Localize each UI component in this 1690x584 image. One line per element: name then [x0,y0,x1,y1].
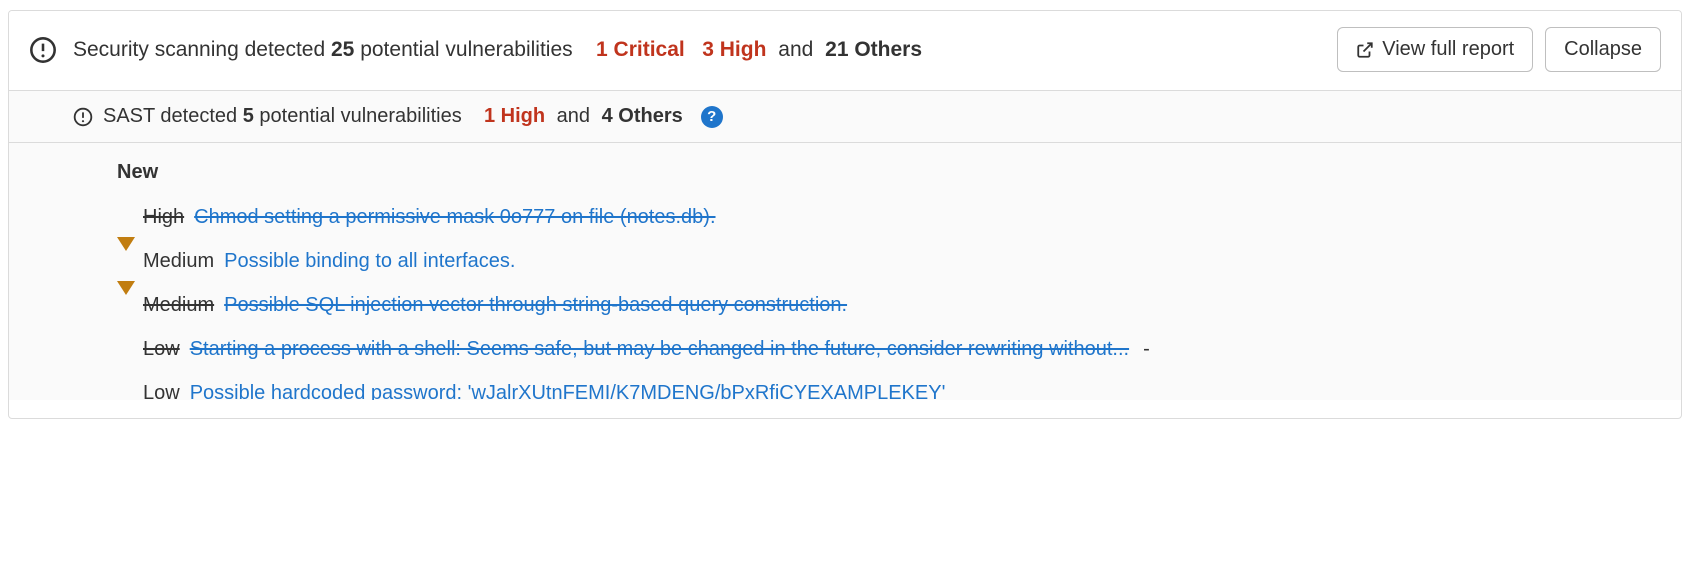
finding-link[interactable]: Starting a process with a shell: Seems s… [190,336,1129,362]
severity-low-icon [117,384,133,400]
sast-summary-row[interactable]: SAST detected 5 potential vulnerabilitie… [9,90,1681,143]
findings-list: New High Chmod setting a permissive mask … [9,143,1681,400]
severity-label: High [143,204,184,230]
finding-row: Low Starting a process with a shell: Seem… [117,336,1661,362]
finding-row: High Chmod setting a permissive mask 0o77… [117,204,1661,230]
finding-link[interactable]: Possible hardcoded password: 'wJalrXUtnF… [190,380,946,400]
sast-summary-text: SAST detected 5 potential vulnerabilitie… [103,105,683,128]
header-summary: Security scanning detected 25 potential … [73,35,1317,64]
severity-high-icon [117,205,133,221]
view-full-report-button[interactable]: View full report [1337,27,1533,72]
severity-medium-icon [117,293,133,309]
severity-low-icon [117,340,133,356]
finding-row: Medium Possible binding to all interfaces… [117,248,1661,274]
finding-link[interactable]: Chmod setting a permissive mask 0o777 on… [194,204,715,230]
finding-row: Low Possible hardcoded password: 'wJalrXU… [117,380,1661,400]
alert-circle-icon [73,107,93,127]
widget-header: Security scanning detected 25 potential … [9,11,1681,90]
severity-label: Low [143,336,180,362]
finding-link[interactable]: Possible binding to all interfaces. [224,248,515,274]
severity-label: Medium [143,248,214,274]
security-widget: Security scanning detected 25 potential … [8,10,1682,419]
collapse-button[interactable]: Collapse [1545,27,1661,72]
help-icon[interactable]: ? [701,106,723,128]
alert-circle-icon [29,36,57,64]
severity-medium-icon [117,249,133,265]
trailing-dash: - [1143,336,1150,362]
external-link-icon [1356,41,1374,59]
finding-row: Medium Possible SQL injection vector thro… [117,292,1661,318]
finding-link[interactable]: Possible SQL injection vector through st… [224,292,847,318]
severity-label: Medium [143,292,214,318]
section-title-new: New [117,161,1661,184]
header-actions: View full report Collapse [1337,27,1661,72]
severity-label: Low [143,380,180,400]
